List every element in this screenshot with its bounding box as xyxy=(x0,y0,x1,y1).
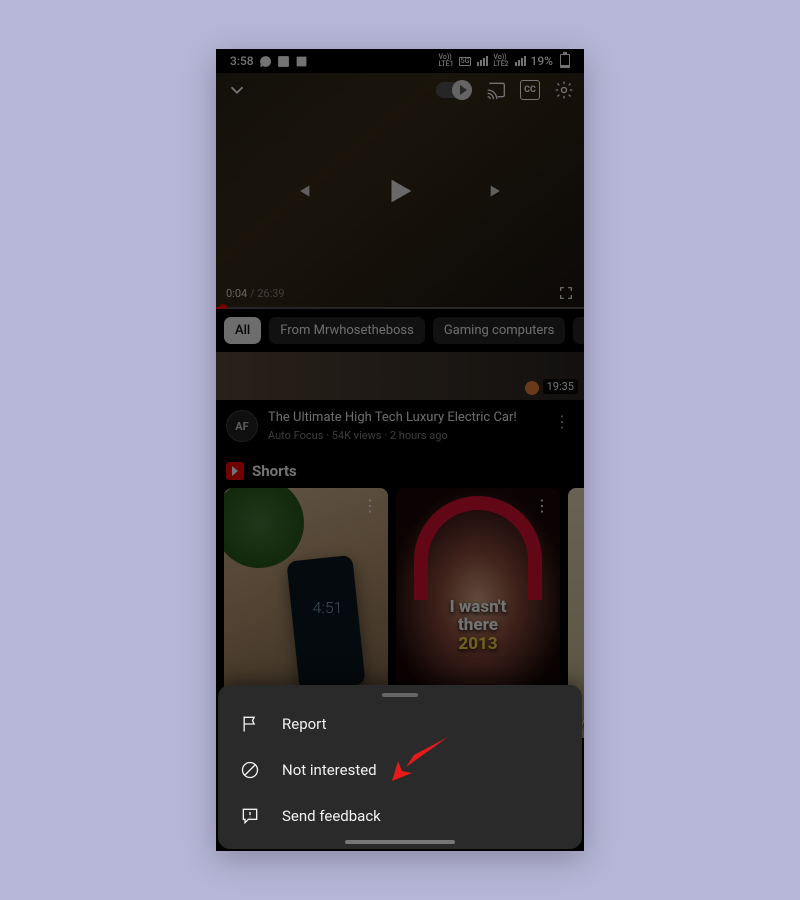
video-title: The Ultimate High Tech Luxury Electric C… xyxy=(268,410,540,427)
video-thumbnail: 19:35 xyxy=(216,352,584,400)
video-card[interactable]: 19:35 AF The Ultimate High Tech Luxury E… xyxy=(216,352,584,452)
signal-1-icon xyxy=(477,56,488,66)
sheet-handle[interactable] xyxy=(382,693,418,697)
captions-button[interactable]: CC xyxy=(520,80,540,100)
signal-2-icon xyxy=(515,56,526,66)
thumb-badge-icon xyxy=(525,381,539,395)
settings-icon[interactable] xyxy=(554,80,574,100)
chevron-down-icon[interactable] xyxy=(226,79,248,101)
phone-frame: 3:58 Vo))LTE1 5G Vo))LTE2 19% CC xyxy=(216,49,584,851)
next-button[interactable] xyxy=(487,180,509,202)
menu-send-feedback[interactable]: Send feedback xyxy=(218,793,582,839)
home-indicator xyxy=(345,840,455,844)
video-player[interactable]: CC 0:04 / 26:39 xyxy=(216,73,584,309)
shorts-logo-icon xyxy=(226,462,244,480)
chip-gaming[interactable]: Gaming computers xyxy=(433,317,566,344)
annotation-arrow xyxy=(388,731,452,787)
status-bar: 3:58 Vo))LTE1 5G Vo))LTE2 19% xyxy=(216,49,584,73)
menu-not-interested-label: Not interested xyxy=(282,761,377,779)
block-icon xyxy=(240,760,260,780)
menu-report-label: Report xyxy=(282,715,327,733)
previous-button[interactable] xyxy=(291,180,313,202)
status-time: 3:58 xyxy=(230,54,254,68)
battery-icon xyxy=(560,54,570,68)
progress-bar[interactable] xyxy=(216,307,584,309)
shorts-heading: Shorts xyxy=(252,462,297,480)
menu-feedback-label: Send feedback xyxy=(282,807,381,825)
flag-icon xyxy=(240,714,260,734)
image-icon xyxy=(295,55,308,68)
short-more-icon[interactable]: ⋮ xyxy=(358,494,382,517)
video-subtitle: Auto Focus · 54K views · 2 hours ago xyxy=(268,429,540,442)
channel-avatar[interactable]: AF xyxy=(226,410,258,442)
chip-related[interactable]: Related xyxy=(573,317,584,344)
whatsapp-icon xyxy=(259,55,272,68)
autoplay-toggle[interactable] xyxy=(436,82,472,98)
video-more-icon[interactable]: ⋮ xyxy=(550,410,574,442)
short-overlay-text: I wasn't there 2013 xyxy=(437,597,519,653)
chip-all[interactable]: All xyxy=(224,317,261,344)
play-button[interactable] xyxy=(383,174,417,208)
cast-icon[interactable] xyxy=(486,80,506,100)
chip-row: All From Mrwhosetheboss Gaming computers… xyxy=(216,309,584,352)
linkedin-icon xyxy=(277,55,290,68)
network-2: Vo))LTE2 xyxy=(493,54,508,68)
duration-badge: 19:35 xyxy=(543,379,578,394)
short-phone-clock: 4:51 xyxy=(313,598,343,617)
short-more-icon[interactable]: ⋮ xyxy=(530,494,554,517)
time-display: 0:04 / 26:39 xyxy=(226,287,285,300)
fullscreen-icon[interactable] xyxy=(558,285,574,301)
battery-percent: 19% xyxy=(531,54,553,68)
network-1: Vo))LTE1 xyxy=(438,54,453,68)
fiveg-badge: 5G xyxy=(459,57,472,66)
chip-from[interactable]: From Mrwhosetheboss xyxy=(269,317,425,344)
feedback-icon xyxy=(240,806,260,826)
shorts-header: Shorts xyxy=(216,452,584,488)
